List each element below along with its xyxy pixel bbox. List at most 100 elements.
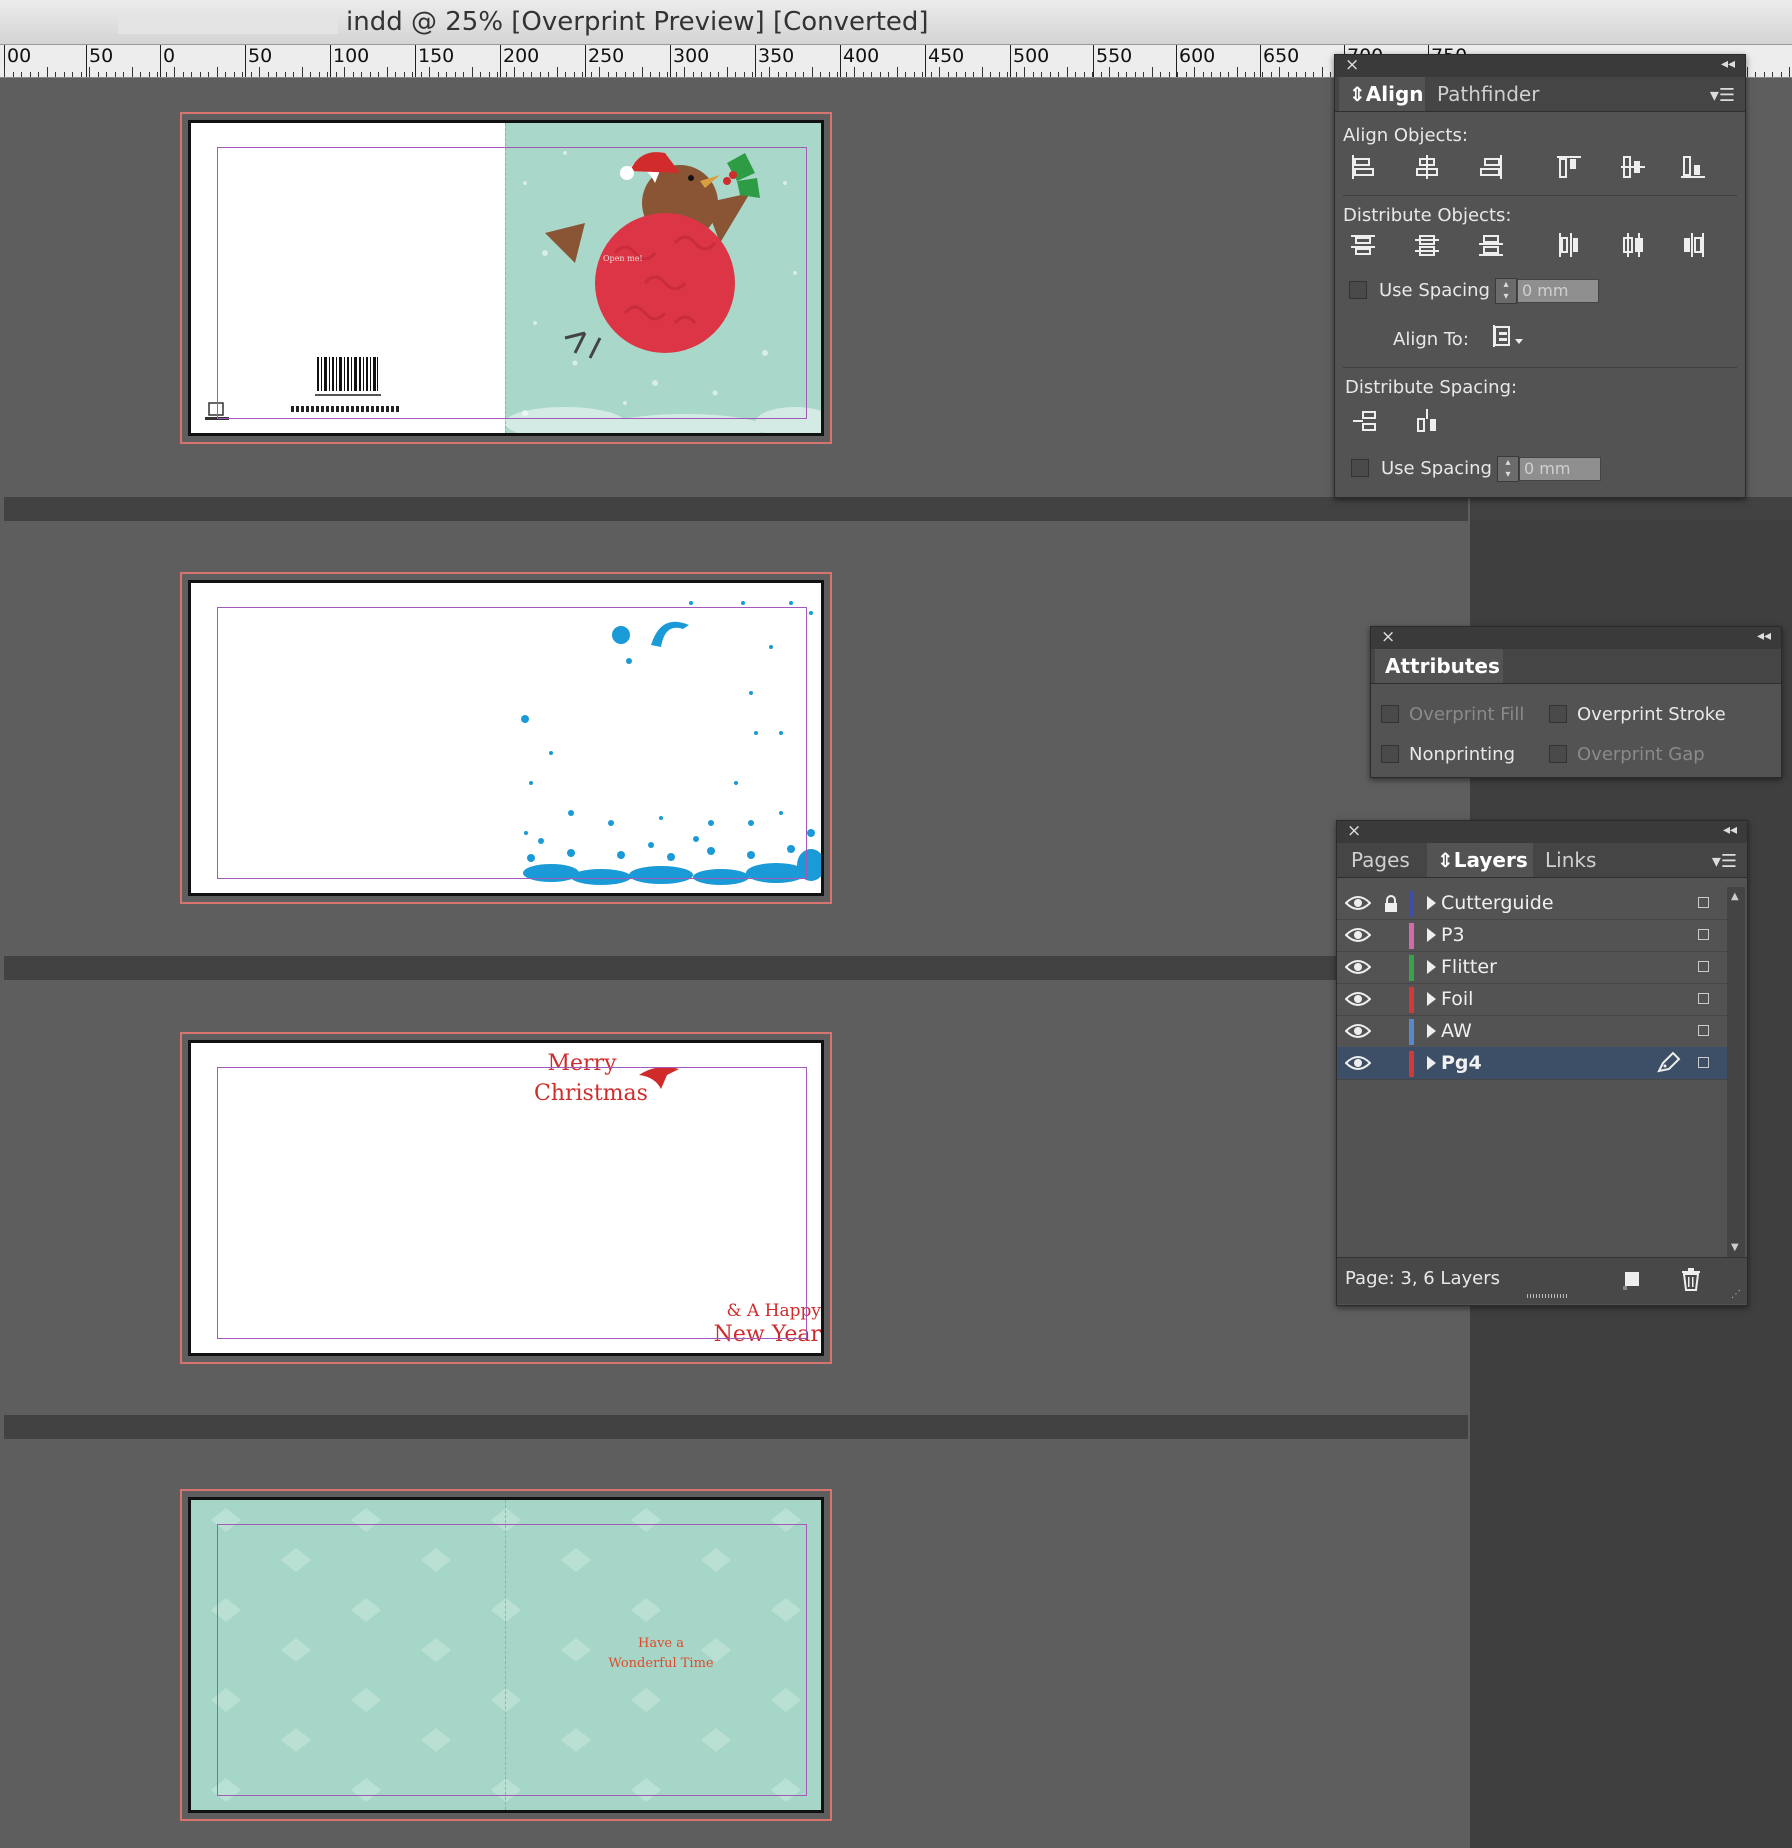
nonprinting-checkbox[interactable] xyxy=(1381,745,1399,763)
lock-toggle[interactable] xyxy=(1383,990,1399,1010)
spread-4[interactable]: Have a Wonderful Time xyxy=(180,1489,832,1821)
collapse-icon[interactable]: ◂◂ xyxy=(1723,822,1737,838)
distribute-bottom-edges-icon[interactable] xyxy=(1477,231,1505,259)
panel-menu-icon[interactable]: ▾☰ xyxy=(1712,851,1737,872)
panel-menu-icon[interactable]: ▾☰ xyxy=(1710,85,1735,106)
align-right-edges-icon[interactable] xyxy=(1477,153,1505,181)
visibility-eye-icon[interactable] xyxy=(1344,959,1372,979)
visibility-eye-icon[interactable] xyxy=(1344,895,1372,915)
distribute-left-edges-icon[interactable] xyxy=(1555,231,1583,259)
expand-triangle-icon[interactable] xyxy=(1427,992,1436,1006)
collapse-icon[interactable]: ◂◂ xyxy=(1757,628,1771,644)
spread-2[interactable] xyxy=(180,572,832,904)
layer-row[interactable]: P3 xyxy=(1337,919,1727,952)
lock-toggle[interactable] xyxy=(1383,958,1399,978)
page-spread-4[interactable]: Have a Wonderful Time xyxy=(188,1497,824,1813)
layer-name[interactable]: P3 xyxy=(1441,924,1465,946)
align-vertical-centers-icon[interactable] xyxy=(1619,153,1647,181)
tab-align[interactable]: ⇕Align xyxy=(1339,77,1425,111)
layer-row[interactable]: AW xyxy=(1337,1015,1727,1048)
lock-toggle[interactable] xyxy=(1383,1022,1399,1042)
close-icon[interactable]: × xyxy=(1345,55,1359,75)
close-icon[interactable]: × xyxy=(1381,627,1395,647)
layer-name[interactable]: Pg4 xyxy=(1441,1052,1482,1074)
align-to-dropdown-icon[interactable] xyxy=(1491,323,1531,351)
tab-pathfinder[interactable]: Pathfinder xyxy=(1427,77,1557,111)
spread-3[interactable]: Merry Christmas & A Happy New Year xyxy=(180,1032,832,1364)
selection-square-icon[interactable] xyxy=(1698,1057,1709,1068)
selection-square-icon[interactable] xyxy=(1698,1025,1709,1036)
expand-triangle-icon[interactable] xyxy=(1427,960,1436,974)
ruler-minor-tick xyxy=(369,72,371,77)
align-top-edges-icon[interactable] xyxy=(1555,153,1583,181)
collapse-icon[interactable]: ◂◂ xyxy=(1721,56,1735,72)
tab-pages[interactable]: Pages xyxy=(1341,843,1427,877)
layer-name[interactable]: AW xyxy=(1441,1020,1472,1042)
visibility-eye-icon[interactable] xyxy=(1344,1055,1372,1075)
layers-panel[interactable]: × ◂◂ Pages ⇕Layers Links ▾☰ Cutterguide P… xyxy=(1336,820,1748,1306)
distribute-horizontal-space-icon[interactable] xyxy=(1413,407,1441,435)
layer-name[interactable]: Flitter xyxy=(1441,956,1497,978)
lock-toggle[interactable] xyxy=(1383,926,1399,946)
distribute-right-edges-icon[interactable] xyxy=(1679,231,1707,259)
ruler-minor-tick xyxy=(1321,67,1323,77)
distribute-vertical-space-icon[interactable] xyxy=(1351,407,1379,435)
expand-triangle-icon[interactable] xyxy=(1427,896,1436,910)
layer-list[interactable]: Cutterguide P3 Flitter Foil AW Pg4 xyxy=(1337,887,1727,1265)
delete-layer-icon[interactable] xyxy=(1679,1266,1703,1292)
distribute-top-edges-icon[interactable] xyxy=(1349,231,1377,259)
spread-1[interactable]: Open me! xyxy=(180,112,832,444)
page-spread-2[interactable] xyxy=(188,580,824,896)
use-spacing-checkbox-2[interactable] xyxy=(1351,459,1369,477)
distribute-horizontal-centers-icon[interactable] xyxy=(1619,231,1647,259)
visibility-eye-icon[interactable] xyxy=(1344,991,1372,1011)
align-horizontal-centers-icon[interactable] xyxy=(1413,153,1441,181)
layer-row[interactable]: Foil xyxy=(1337,983,1727,1016)
overprint-stroke-checkbox[interactable] xyxy=(1549,705,1567,723)
expand-triangle-icon[interactable] xyxy=(1427,928,1436,942)
use-spacing-checkbox[interactable] xyxy=(1349,281,1367,299)
selection-square-icon[interactable] xyxy=(1698,897,1709,908)
page-spread-3[interactable]: Merry Christmas & A Happy New Year xyxy=(188,1040,824,1356)
lock-icon[interactable] xyxy=(1383,894,1399,918)
visibility-eye-icon[interactable] xyxy=(1344,927,1372,947)
ruler-minor-tick xyxy=(191,72,192,77)
layer-name[interactable]: Cutterguide xyxy=(1441,892,1554,914)
attributes-panel[interactable]: × ◂◂ Attributes Overprint Fill Overprint… xyxy=(1370,626,1782,778)
spacing-stepper-2[interactable]: ▴ ▾ xyxy=(1497,456,1519,482)
tab-attributes[interactable]: Attributes xyxy=(1375,649,1503,683)
ruler-minor-tick xyxy=(760,72,762,77)
spacing-stepper[interactable]: ▴ ▾ xyxy=(1495,278,1517,304)
scroll-down-icon[interactable]: ▼ xyxy=(1731,1242,1739,1253)
resize-corner-icon[interactable]: ⋰ xyxy=(1731,1289,1741,1300)
expand-triangle-icon[interactable] xyxy=(1427,1056,1436,1070)
layers-scrollbar[interactable]: ▲ ▼ xyxy=(1727,887,1745,1257)
spacing-input[interactable]: 0 mm xyxy=(1517,279,1599,303)
selection-square-icon[interactable] xyxy=(1698,929,1709,940)
layer-row[interactable]: Pg4 xyxy=(1337,1047,1727,1080)
new-layer-icon[interactable] xyxy=(1621,1268,1645,1292)
spacing-input-2[interactable]: 0 mm xyxy=(1519,457,1601,481)
layer-name[interactable]: Foil xyxy=(1441,988,1473,1010)
panel-topbar[interactable]: × ◂◂ xyxy=(1371,627,1781,649)
resize-grip[interactable] xyxy=(1527,1294,1567,1298)
panel-topbar[interactable]: × ◂◂ xyxy=(1335,55,1745,77)
lock-toggle[interactable] xyxy=(1383,1054,1399,1074)
layer-row[interactable]: Flitter xyxy=(1337,951,1727,984)
tab-links[interactable]: Links xyxy=(1535,843,1615,877)
layer-row[interactable]: Cutterguide xyxy=(1337,887,1727,920)
visibility-eye-icon[interactable] xyxy=(1344,1023,1372,1043)
tab-layers[interactable]: ⇕Layers xyxy=(1427,843,1533,877)
align-left-edges-icon[interactable] xyxy=(1349,153,1377,181)
selection-square-icon[interactable] xyxy=(1698,961,1709,972)
align-bottom-edges-icon[interactable] xyxy=(1679,153,1707,181)
expand-triangle-icon[interactable] xyxy=(1427,1024,1436,1038)
align-panel[interactable]: × ◂◂ ⇕Align Pathfinder ▾☰ Align Objects:… xyxy=(1334,54,1746,498)
page-spread-1[interactable]: Open me! xyxy=(188,120,824,436)
panel-topbar[interactable]: × ◂◂ xyxy=(1337,821,1747,843)
distribute-vertical-centers-icon[interactable] xyxy=(1413,231,1441,259)
ruler-minor-tick xyxy=(497,72,498,77)
scroll-up-icon[interactable]: ▲ xyxy=(1731,891,1739,902)
selection-square-icon[interactable] xyxy=(1698,993,1709,1004)
close-icon[interactable]: × xyxy=(1347,821,1361,841)
